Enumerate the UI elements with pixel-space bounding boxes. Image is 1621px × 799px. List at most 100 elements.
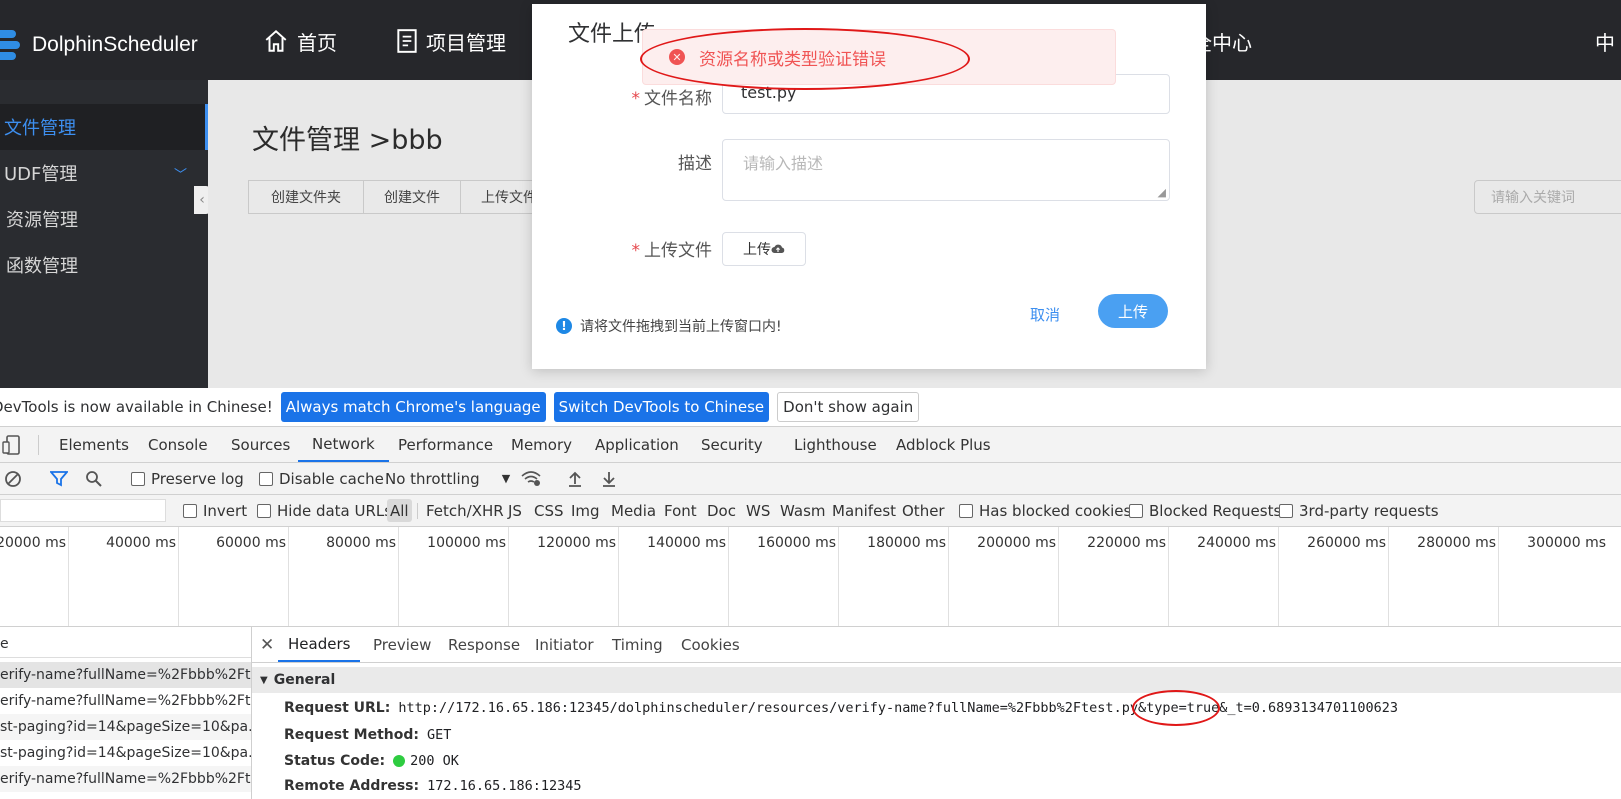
- sidebar: 文件管理 UDF管理 ﹀ 资源管理 函数管理: [0, 80, 208, 388]
- request-detail-panel: ✕ Headers Preview Response Initiator Tim…: [252, 627, 1621, 799]
- third-party-requests-checkbox[interactable]: 3rd-party requests: [1279, 495, 1439, 526]
- tab-initiator[interactable]: Initiator: [535, 627, 594, 662]
- clear-icon[interactable]: [4, 463, 22, 494]
- nav-home[interactable]: 首页: [263, 24, 337, 58]
- always-match-language-button[interactable]: Always match Chrome's language: [280, 392, 546, 422]
- create-file-button[interactable]: 创建文件: [363, 180, 461, 214]
- sidebar-item-label: UDF管理: [4, 164, 78, 185]
- export-har-icon[interactable]: [601, 463, 617, 494]
- hide-data-urls-checkbox[interactable]: Hide data URLs: [257, 495, 392, 526]
- tab-timing[interactable]: Timing: [612, 627, 663, 662]
- filter-input[interactable]: [0, 499, 166, 522]
- tab-response[interactable]: Response: [448, 627, 520, 662]
- sidebar-item-function-management[interactable]: 函数管理: [0, 242, 208, 288]
- tab-cookies[interactable]: Cookies: [681, 627, 740, 662]
- type-filter-js[interactable]: JS: [508, 495, 522, 526]
- devtools-language-infobar: DevTools is now available in Chinese! Al…: [0, 388, 1621, 427]
- resize-handle-icon[interactable]: ◢: [1158, 186, 1166, 199]
- tab-performance[interactable]: Performance: [398, 427, 493, 462]
- request-url-row: Request URL: http://172.16.65.186:12345/d…: [284, 695, 1398, 721]
- create-folder-button[interactable]: 创建文件夹: [248, 180, 364, 214]
- tab-network[interactable]: Network: [298, 427, 389, 462]
- timeline-tick: 180000 ms: [867, 535, 946, 551]
- upload-file-label-text: 上传文件: [644, 241, 712, 261]
- file-name-label: * 文件名称: [552, 84, 713, 109]
- dont-show-again-button[interactable]: Don't show again: [777, 392, 920, 422]
- network-conditions-icon[interactable]: [520, 463, 542, 494]
- cancel-button[interactable]: 取消: [1030, 304, 1060, 325]
- logo[interactable]: DolphinScheduler: [0, 28, 198, 62]
- nav-projects[interactable]: 项目管理: [396, 24, 506, 58]
- sidebar-item-resource-management[interactable]: 资源管理: [0, 196, 208, 242]
- tab-application[interactable]: Application: [595, 427, 679, 462]
- search-icon[interactable]: [85, 463, 103, 494]
- type-filter-wasm[interactable]: Wasm: [780, 495, 826, 526]
- type-filter-manifest[interactable]: Manifest: [832, 495, 896, 526]
- tab-memory[interactable]: Memory: [511, 427, 572, 462]
- switch-to-chinese-button[interactable]: Switch DevTools to Chinese: [553, 392, 770, 422]
- disable-cache-checkbox[interactable]: Disable cache: [259, 463, 384, 494]
- network-toolbar: Preserve log Disable cache No throttling…: [0, 463, 1621, 495]
- remote-address-label: Remote Address:: [284, 778, 420, 794]
- timeline-tick: 20000 ms: [0, 535, 66, 551]
- checkbox-icon: [1129, 503, 1143, 518]
- document-icon: [397, 29, 417, 53]
- nav-language[interactable]: 中: [1595, 24, 1615, 58]
- checkbox-icon: [259, 471, 273, 486]
- app-window: DolphinScheduler 首页 项目管理 全中心 中 文件管理 UDF管…: [0, 0, 1621, 388]
- general-section-header[interactable]: ▼ General: [252, 667, 1621, 693]
- request-list: e erify-name?fullName=%2Fbbb%2Ft... erif…: [0, 627, 252, 799]
- upload-select-button[interactable]: 上传: [722, 232, 806, 266]
- tab-lighthouse[interactable]: Lighthouse: [794, 427, 877, 462]
- request-url-label: Request URL:: [284, 700, 391, 716]
- submit-upload-button[interactable]: 上传: [1098, 294, 1168, 328]
- tab-elements[interactable]: Elements: [59, 427, 129, 462]
- type-filter-ws[interactable]: WS: [746, 495, 770, 526]
- has-blocked-cookies-label: Has blocked cookies: [979, 501, 1132, 520]
- type-filter-img[interactable]: Img: [571, 495, 600, 526]
- has-blocked-cookies-checkbox[interactable]: Has blocked cookies: [959, 495, 1131, 526]
- sidebar-item-udf-management[interactable]: UDF管理 ﹀: [0, 150, 208, 196]
- sidebar-item-label: 文件管理: [4, 118, 76, 139]
- general-section-label: General: [273, 672, 336, 688]
- type-filter-font[interactable]: Font: [664, 495, 697, 526]
- type-filter-media[interactable]: Media: [611, 495, 656, 526]
- type-filter-fetch-xhr[interactable]: Fetch/XHR: [426, 495, 504, 526]
- request-row[interactable]: erify-name?fullName=%2Fbbb%2Ft...: [0, 766, 251, 792]
- sidebar-item-file-management[interactable]: 文件管理: [0, 104, 208, 150]
- close-icon[interactable]: ✕: [260, 627, 274, 662]
- request-row[interactable]: st-paging?id=14&pageSize=10&pa...: [0, 714, 251, 740]
- network-filter-bar: Invert Hide data URLs All Fetch/XHR JS C…: [0, 495, 1621, 527]
- request-row[interactable]: erify-name?fullName=%2Fbbb%2Ft...: [0, 688, 251, 714]
- import-har-icon[interactable]: [567, 463, 583, 494]
- preserve-log-checkbox[interactable]: Preserve log: [131, 463, 244, 494]
- timeline-gridline: [178, 527, 179, 626]
- invert-checkbox[interactable]: Invert: [183, 495, 247, 526]
- type-filter-doc[interactable]: Doc: [707, 495, 736, 526]
- timeline-tick: 100000 ms: [427, 535, 506, 551]
- tab-console[interactable]: Console: [148, 427, 208, 462]
- tab-headers[interactable]: Headers: [278, 627, 361, 662]
- type-filter-other[interactable]: Other: [902, 495, 945, 526]
- upload-file-button[interactable]: 上传文件: [460, 180, 540, 214]
- tab-sources[interactable]: Sources: [231, 427, 290, 462]
- type-filter-css[interactable]: CSS: [534, 495, 564, 526]
- filter-icon[interactable]: [50, 463, 68, 494]
- request-row[interactable]: erify-name?fullName=%2Fbbb%2Ft...: [0, 662, 251, 688]
- network-overview-timeline[interactable]: 20000 ms 40000 ms 60000 ms 80000 ms 1000…: [0, 527, 1621, 627]
- breadcrumb: 文件管理 >bbb: [252, 125, 443, 156]
- tab-preview[interactable]: Preview: [373, 627, 431, 662]
- dropdown-arrow-icon: ▼: [501, 472, 511, 485]
- request-row[interactable]: st-paging?id=14&pageSize=10&pa...: [0, 740, 251, 766]
- tab-security[interactable]: Security: [701, 427, 763, 462]
- device-toolbar-icon[interactable]: [2, 435, 22, 459]
- chevron-down-icon: ﹀: [174, 167, 188, 183]
- blocked-requests-checkbox[interactable]: Blocked Requests: [1129, 495, 1281, 526]
- status-code-row: Status Code: 200 OK: [284, 748, 459, 774]
- throttling-select[interactable]: No throttling ▼: [385, 463, 510, 494]
- description-textarea[interactable]: 请输入描述 ◢: [722, 139, 1170, 201]
- type-filter-all[interactable]: All: [387, 499, 412, 522]
- request-list-header[interactable]: e: [0, 631, 251, 658]
- tab-adblock-plus[interactable]: Adblock Plus: [896, 427, 991, 462]
- keyword-search-input[interactable]: 请输入关键词: [1474, 180, 1621, 214]
